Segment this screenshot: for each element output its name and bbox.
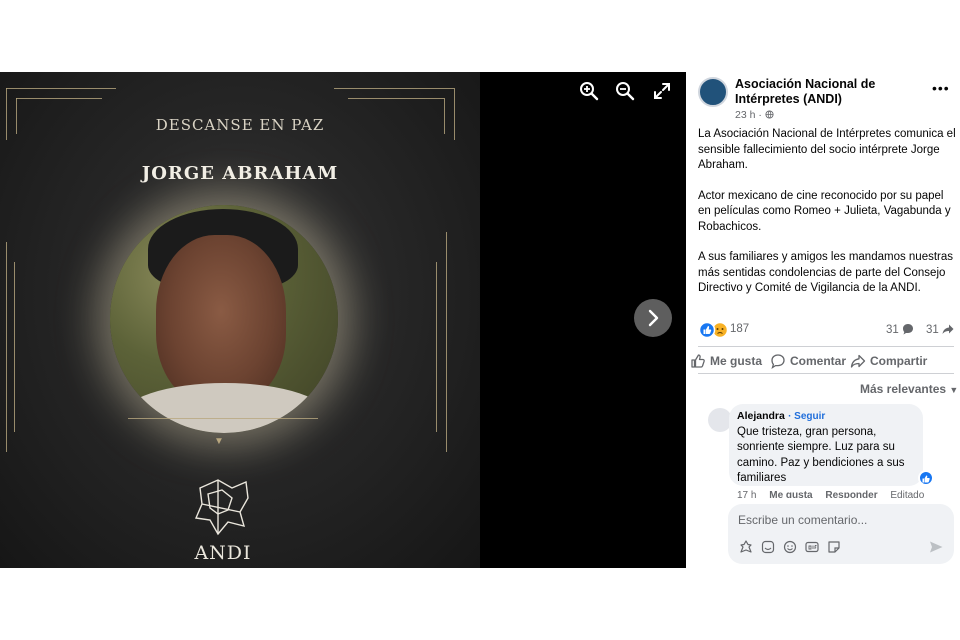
- portrait-face: [156, 235, 286, 405]
- comment-like-link[interactable]: Me gusta: [769, 490, 812, 498]
- frame-line: [6, 242, 7, 452]
- zoom-in-icon[interactable]: [578, 80, 600, 102]
- frame-line: [436, 262, 437, 432]
- chevron-right-icon: [648, 309, 659, 327]
- frame-line: [334, 88, 454, 89]
- page-avatar[interactable]: [698, 77, 728, 107]
- comment-meta: 17 h Me gusta Responder Editado: [737, 490, 934, 498]
- comment-label: Comentar: [790, 354, 847, 368]
- comment-count-value: 31: [886, 324, 899, 336]
- poster-name: JORGE ABRAHAM: [141, 163, 339, 184]
- comment-author[interactable]: Alejandra: [737, 410, 785, 422]
- caret-down-icon: ▼: [949, 385, 959, 395]
- comment-count[interactable]: 31: [886, 323, 914, 336]
- follow-link[interactable]: · Seguir: [788, 411, 825, 422]
- comment-input-placeholder[interactable]: Escribe un comentario...: [738, 513, 867, 527]
- next-photo-button[interactable]: [634, 299, 672, 337]
- comment-reply-link[interactable]: Responder: [825, 490, 877, 498]
- post-paragraph: La Asociación Nacional de Intérpretes co…: [698, 128, 956, 171]
- send-icon[interactable]: [928, 539, 944, 555]
- poster-subtitle: DESCANSE EN PAZ: [155, 116, 325, 134]
- fullscreen-icon[interactable]: [651, 80, 673, 102]
- emoji-icon[interactable]: [782, 539, 798, 555]
- post-actions: Me gusta Comentar Compartir: [690, 353, 956, 373]
- post-sidebar: Asociación Nacional de Intérpretes (ANDI…: [686, 72, 960, 568]
- like-sad-reaction-icons: [698, 321, 728, 339]
- frame-line: [6, 88, 116, 89]
- like-label: Me gusta: [710, 354, 763, 368]
- portrait-underline: [128, 418, 318, 419]
- comment-text: Que tristeza, gran persona, sonriente si…: [737, 425, 905, 485]
- reaction-summary[interactable]: 187 31 31: [698, 321, 954, 339]
- share-arrow-icon: [942, 324, 954, 334]
- comment-bubble-icon: [903, 324, 913, 335]
- down-triangle-icon: ▼: [214, 436, 224, 447]
- frame-line: [14, 262, 15, 432]
- share-count[interactable]: 31: [926, 323, 954, 336]
- divider: [698, 346, 954, 347]
- avatar-sticker-icon[interactable]: [738, 539, 754, 555]
- post-body: La Asociación Nacional de Intérpretes co…: [698, 127, 958, 312]
- comment-sort-label: Más relevantes: [860, 382, 947, 396]
- portrait-photo: [110, 205, 338, 433]
- comment-icon: [771, 354, 785, 369]
- globe-icon: [765, 110, 774, 119]
- share-button[interactable]: Compartir: [850, 353, 927, 369]
- poster-logo-text: ANDI: [194, 542, 252, 564]
- share-icon: [850, 354, 866, 368]
- portrait-shirt: [120, 383, 330, 433]
- comment-like-reaction-icon[interactable]: [918, 470, 934, 486]
- comment-sort-dropdown[interactable]: Más relevantes ▼: [860, 382, 958, 396]
- sticker-icon[interactable]: [760, 539, 776, 555]
- frame-line: [16, 98, 102, 99]
- page-name-link[interactable]: Asociación Nacional de Intérpretes (ANDI…: [735, 77, 925, 107]
- post-meta: 23 h ·: [735, 109, 774, 121]
- frame-line: [446, 232, 447, 452]
- memorial-poster: DESCANSE EN PAZ JORGE ABRAHAM ▼ ANDI: [0, 72, 480, 568]
- comment-time[interactable]: 17 h: [737, 490, 756, 498]
- post-time[interactable]: 23 h ·: [735, 109, 762, 121]
- comment-composer[interactable]: Escribe un comentario...: [728, 504, 954, 564]
- share-count-value: 31: [926, 324, 939, 336]
- frame-line: [348, 98, 444, 99]
- more-options-icon[interactable]: •••: [932, 80, 950, 96]
- gif-icon[interactable]: [804, 539, 820, 555]
- share-label: Compartir: [870, 354, 928, 368]
- divider: [698, 373, 954, 374]
- photo-viewer: DESCANSE EN PAZ JORGE ABRAHAM ▼ ANDI: [0, 72, 686, 568]
- post-paragraph: Actor mexicano de cine reconocido por su…: [698, 189, 951, 233]
- comment-bubble: Alejandra · Seguir Que tristeza, gran pe…: [729, 404, 923, 486]
- andi-logo-icon: [194, 479, 249, 536]
- comment-button[interactable]: Comentar: [770, 353, 846, 369]
- reaction-count: 187: [730, 323, 750, 335]
- sticker-peel-icon[interactable]: [826, 539, 842, 555]
- zoom-out-icon[interactable]: [614, 80, 636, 102]
- like-button[interactable]: Me gusta: [690, 353, 762, 369]
- post-paragraph: A sus familiares y amigos les mandamos n…: [698, 251, 954, 294]
- thumbs-up-icon: [922, 475, 930, 483]
- comment-edited: Editado: [890, 490, 925, 498]
- thumbs-up-icon: [691, 354, 705, 368]
- composer-tools: [738, 539, 842, 555]
